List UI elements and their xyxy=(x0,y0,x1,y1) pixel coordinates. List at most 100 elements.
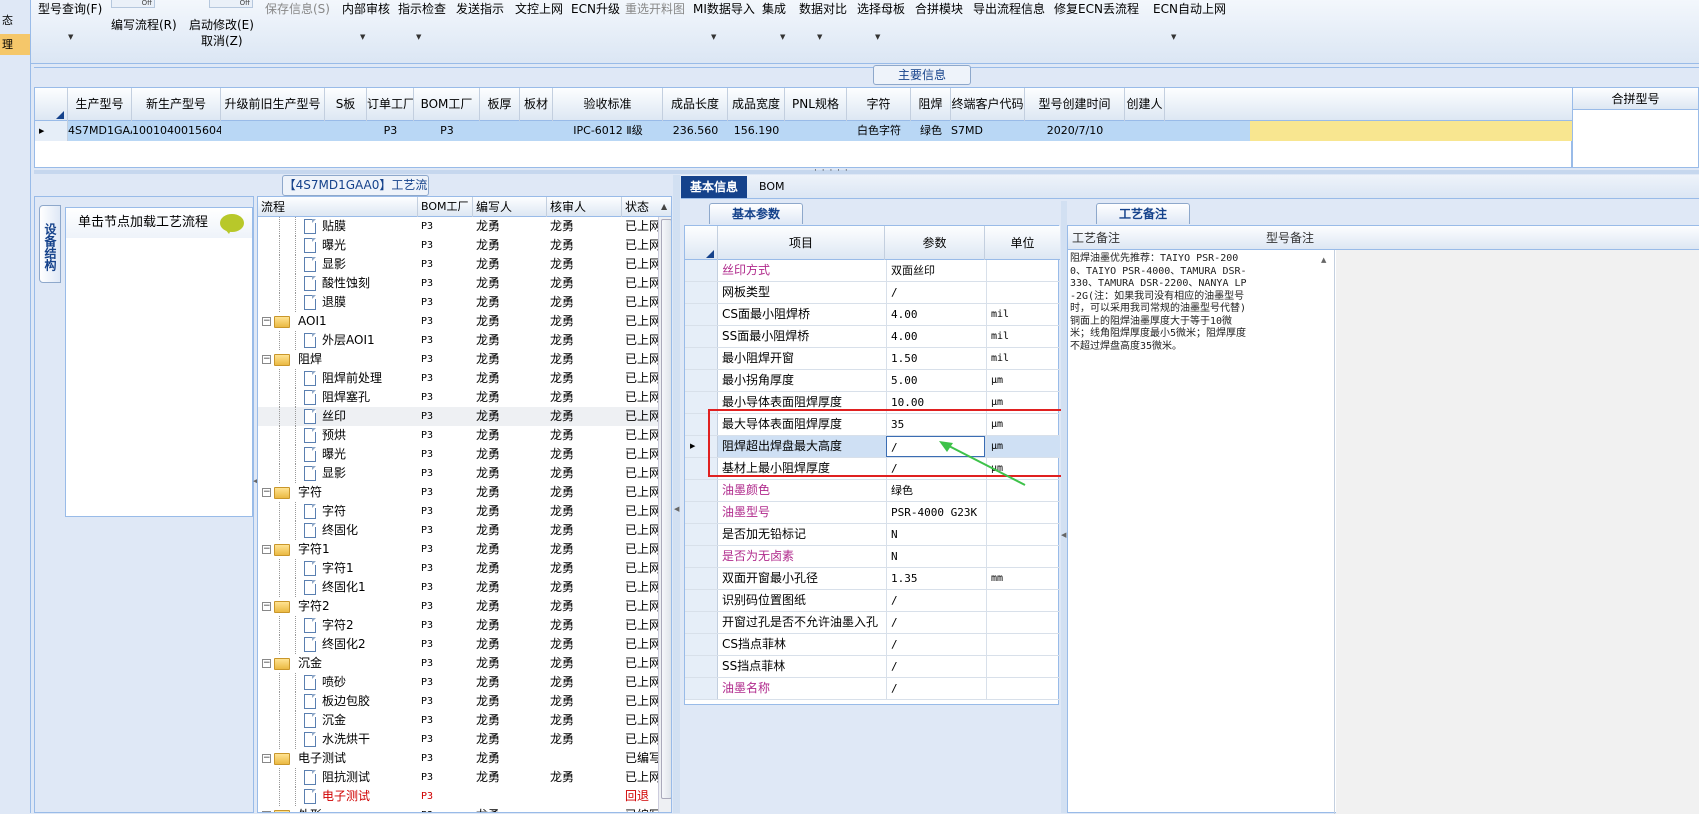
param-value[interactable]: / xyxy=(886,612,985,633)
tree-node[interactable]: 电子测试 P3 回退 xyxy=(258,787,658,806)
model-note-area[interactable] xyxy=(1336,250,1699,814)
cell-6[interactable] xyxy=(480,121,520,141)
tree-node[interactable]: 阻焊前处理 P3 龙勇 龙勇 已上网 xyxy=(258,369,658,388)
tree-node[interactable]: − 字符 P3 龙勇 龙勇 已上网 xyxy=(258,483,658,502)
param-row[interactable]: 是否加无铅标记 N xyxy=(685,524,1060,546)
tree-node[interactable]: 喷砂 P3 龙勇 龙勇 已上网 xyxy=(258,673,658,692)
chevron-down-icon[interactable]: ▼ xyxy=(360,33,365,41)
param-value[interactable]: 双面丝印 xyxy=(886,260,985,281)
tree-node[interactable]: 阻焊塞孔 P3 龙勇 龙勇 已上网 xyxy=(258,388,658,407)
left-nav-item-active[interactable]: 理 xyxy=(0,34,30,55)
tree-node[interactable]: 贴膜 P3 龙勇 龙勇 已上网 xyxy=(258,217,658,236)
cell-15[interactable]: 2020/7/10 xyxy=(1025,121,1125,141)
main-info-row[interactable]: ▶ 4S7MD1GAA010010400156040 P3P3 IPC-6012 Ⅱ… xyxy=(35,121,1573,141)
chevron-down-icon[interactable]: ▼ xyxy=(711,33,716,41)
param-value[interactable]: PSR-4000 G23K xyxy=(886,502,985,523)
param-value[interactable]: 4.00 xyxy=(886,304,985,325)
load-flow-box[interactable]: 单击节点加载工艺流程 xyxy=(65,207,253,517)
tree-node[interactable]: 预烘 P3 龙勇 龙勇 已上网 xyxy=(258,426,658,445)
param-row[interactable]: CS面最小阻焊桥 4.00 mil xyxy=(685,304,1060,326)
param-value[interactable]: / xyxy=(886,656,985,677)
param-row[interactable]: SS面最小阻焊桥 4.00 mil xyxy=(685,326,1060,348)
cell-5[interactable]: P3 xyxy=(414,121,480,141)
collapse-node-icon[interactable]: − xyxy=(262,488,271,497)
collapse-node-icon[interactable]: − xyxy=(262,355,271,364)
process-flow-tree[interactable]: 流程 BOM工厂 编写人 核审人 状态 ▲ 贴膜 P3 龙勇 龙勇 已上网 曝光 P3 龙勇龙… xyxy=(257,196,672,813)
scroll-up-icon[interactable]: ▲ xyxy=(661,202,667,211)
param-value[interactable]: N xyxy=(886,546,985,567)
cell-14[interactable]: S7MD xyxy=(951,121,1025,141)
tree-node[interactable]: − 沉金 P3 龙勇 龙勇 已上网 xyxy=(258,654,658,673)
param-row[interactable]: 油墨名称 / xyxy=(685,678,1060,700)
tree-node[interactable]: − 阻焊 P3 龙勇 龙勇 已上网 xyxy=(258,350,658,369)
cell-11[interactable] xyxy=(785,121,847,141)
cell-4[interactable]: P3 xyxy=(367,121,414,141)
tree-node[interactable]: − 字符2 P3 龙勇 龙勇 已上网 xyxy=(258,597,658,616)
param-value[interactable]: / xyxy=(886,282,985,303)
tree-node[interactable]: 终固化2 P3 龙勇 龙勇 已上网 xyxy=(258,635,658,654)
tree-node[interactable]: 沉金 P3 龙勇 龙勇 已上网 xyxy=(258,711,658,730)
tree-node[interactable]: 外层AOI1 P3 龙勇 龙勇 已上网 xyxy=(258,331,658,350)
tab-basic-info[interactable]: 基本信息 xyxy=(681,176,747,198)
param-row[interactable]: 是否为无卤素 N xyxy=(685,546,1060,568)
collapse-node-icon[interactable]: − xyxy=(262,754,271,763)
tree-node[interactable]: 曝光 P3 龙勇 龙勇 已上网 xyxy=(258,445,658,464)
param-row[interactable]: SS挡点菲林 / xyxy=(685,656,1060,678)
tab-bom[interactable]: BOM xyxy=(759,176,785,198)
tree-node[interactable]: 退膜 P3 龙勇 龙勇 已上网 xyxy=(258,293,658,312)
horizontal-splitter[interactable]: · · · · · xyxy=(34,166,1699,176)
chevron-down-icon[interactable]: ▼ xyxy=(780,33,785,41)
tree-node[interactable]: 字符1 P3 龙勇 龙勇 已上网 xyxy=(258,559,658,578)
param-value[interactable]: 1.50 xyxy=(886,348,985,369)
merge-model-panel[interactable]: 合拼型号 xyxy=(1572,87,1699,168)
tree-node[interactable]: 字符 P3 龙勇 龙勇 已上网 xyxy=(258,502,658,521)
tree-node[interactable]: 显影 P3 龙勇 龙勇 已上网 xyxy=(258,464,658,483)
process-flow-tab[interactable]: 【4S7MD1GAA0】工艺流程 xyxy=(282,175,429,211)
cell-16[interactable] xyxy=(1125,121,1165,141)
toggle-off-box[interactable]: Off xyxy=(111,0,155,8)
chevron-down-icon[interactable]: ▼ xyxy=(68,33,73,41)
tree-scrollbar-thumb[interactable] xyxy=(661,219,671,799)
tree-scrollbar[interactable] xyxy=(658,217,671,812)
collapse-node-icon[interactable]: − xyxy=(262,602,271,611)
param-row[interactable]: CS挡点菲林 / xyxy=(685,634,1060,656)
cell-12[interactable]: 白色字符 xyxy=(847,121,911,141)
chevron-down-icon[interactable]: ▼ xyxy=(817,33,822,41)
note-scrollbar[interactable] xyxy=(1252,250,1335,814)
tree-node[interactable]: 终固化1 P3 龙勇 龙勇 已上网 xyxy=(258,578,658,597)
left-nav-item[interactable]: 态 xyxy=(0,10,30,31)
cell-3[interactable] xyxy=(325,121,367,141)
collapse-node-icon[interactable]: − xyxy=(262,545,271,554)
cell-0[interactable]: 4S7MD1GAA0 xyxy=(68,121,132,141)
param-row[interactable]: 网板类型 / xyxy=(685,282,1060,304)
equipment-structure-tab[interactable]: 设备结构 xyxy=(39,205,61,283)
tree-node[interactable]: 板边包胶 P3 龙勇 龙勇 已上网 xyxy=(258,692,658,711)
cell-1[interactable]: 10010400156040 xyxy=(132,121,221,141)
cell-13[interactable]: 绿色 xyxy=(911,121,951,141)
param-row[interactable]: 识别码位置图纸 / xyxy=(685,590,1060,612)
toggle-off-box[interactable]: Off xyxy=(209,0,253,8)
tree-node[interactable]: 阻抗测试 P3 龙勇 龙勇 已上网 xyxy=(258,768,658,787)
tree-node[interactable]: 曝光 P3 龙勇 龙勇 已上网 xyxy=(258,236,658,255)
param-row[interactable]: 油墨型号 PSR-4000 G23K xyxy=(685,502,1060,524)
main-info-grid[interactable]: 生产型号 新生产型号 升级前旧生产型号 S板 订单工厂 BOM工厂 板厚 板材 验收标准 成品长度… xyxy=(34,87,1573,168)
param-row[interactable]: 双面开窗最小孔径 1.35 mm xyxy=(685,568,1060,590)
tree-node[interactable]: 酸性蚀刻 P3 龙勇 龙勇 已上网 xyxy=(258,274,658,293)
param-value[interactable]: 1.35 xyxy=(886,568,985,589)
tree-node[interactable]: 丝印 P3 龙勇 龙勇 已上网 xyxy=(258,407,658,426)
tree-node[interactable]: 终固化 P3 龙勇 龙勇 已上网 xyxy=(258,521,658,540)
param-value[interactable]: / xyxy=(886,634,985,655)
cell-7[interactable] xyxy=(520,121,553,141)
cell-10[interactable]: 156.190 xyxy=(728,121,785,141)
collapse-node-icon[interactable]: − xyxy=(262,317,271,326)
cell-8[interactable]: IPC-6012 Ⅱ级 xyxy=(553,121,663,141)
tree-node[interactable]: 字符2 P3 龙勇 龙勇 已上网 xyxy=(258,616,658,635)
tree-node[interactable]: 显影 P3 龙勇 龙勇 已上网 xyxy=(258,255,658,274)
tree-node[interactable]: 水洗烘干 P3 龙勇 龙勇 已上网 xyxy=(258,730,658,749)
tree-node[interactable]: −外形P3龙勇已编写 xyxy=(258,806,658,812)
process-notes-tab[interactable]: 工艺备注 xyxy=(1096,203,1190,224)
param-value[interactable]: / xyxy=(886,590,985,611)
chevron-down-icon[interactable]: ▼ xyxy=(416,33,421,41)
param-row[interactable]: 开窗过孔是否不允许油墨入孔 / xyxy=(685,612,1060,634)
tree-node[interactable]: − 字符1 P3 龙勇 龙勇 已上网 xyxy=(258,540,658,559)
